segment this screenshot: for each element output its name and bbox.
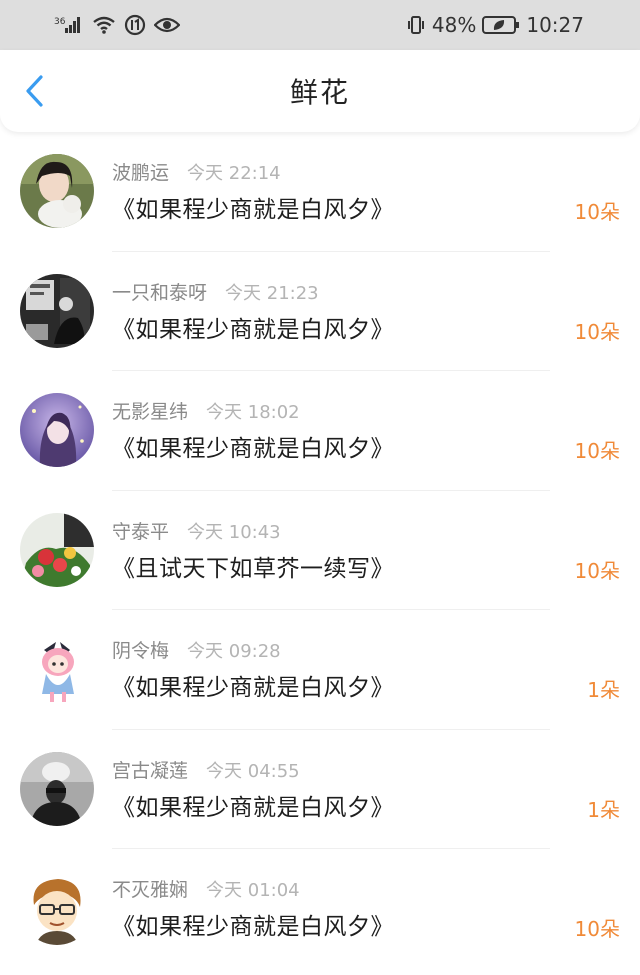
username[interactable]: 不灭雅娴 [112, 875, 188, 902]
flower-count: 10朵 [574, 917, 620, 941]
flower-count: 1朵 [587, 678, 620, 702]
avatar[interactable] [20, 273, 94, 348]
avatar[interactable] [20, 632, 94, 706]
avatar[interactable] [20, 512, 94, 587]
status-bar-right: 48% 10:27 [406, 13, 584, 37]
username[interactable]: 无影星纬 [112, 397, 188, 424]
avatar[interactable] [20, 871, 94, 945]
battery-icon [482, 15, 520, 35]
header: 鲜花 [0, 50, 640, 132]
timestamp: 今天 22:14 [187, 163, 281, 184]
wifi-icon [92, 15, 116, 35]
vibrate-icon [406, 15, 426, 35]
flower-count: 10朵 [574, 200, 620, 224]
timestamp: 今天 18:02 [206, 402, 300, 423]
timestamp: 今天 10:43 [187, 521, 281, 543]
flower-count: 10朵 [574, 558, 620, 583]
item-body: 波鹏运 今天 22:14 《如果程少商就是白风夕》 10朵 [112, 132, 620, 252]
item-meta: 无影星纬 今天 18:02 [112, 397, 300, 424]
flower-count: 10朵 [574, 319, 620, 344]
username[interactable]: 守泰平 [112, 517, 169, 544]
status-bar: 36 48% 10:27 [0, 0, 640, 50]
item-body: 守泰平 今天 10:43 《且试天下如草芥一续写》 10朵 [112, 491, 620, 611]
flower-count: 1朵 [587, 797, 620, 822]
item-meta: 守泰平 今天 10:43 [112, 517, 281, 544]
back-button[interactable] [20, 71, 50, 111]
book-title[interactable]: 《如果程少商就是白风夕》 [112, 788, 394, 822]
battery-percent: 48% [431, 13, 477, 37]
book-title[interactable]: 《且试天下如草芥一续写》 [112, 549, 394, 583]
book-title[interactable]: 《如果程少商就是白风夕》 [112, 907, 394, 941]
svg-text:36: 36 [54, 17, 66, 27]
list-item[interactable]: 阴令梅 今天 09:28 《如果程少商就是白风夕》 1朵 [0, 610, 640, 730]
list-item[interactable]: 宫古凝莲 今天 04:55 《如果程少商就是白风夕》 1朵 [0, 730, 640, 850]
list-item[interactable]: 守泰平 今天 10:43 《且试天下如草芥一续写》 10朵 [0, 491, 640, 611]
item-meta: 不灭雅娴 今天 01:04 [112, 875, 300, 902]
book-title[interactable]: 《如果程少商就是白风夕》 [112, 310, 394, 344]
item-meta: 阴令梅 今天 09:28 [112, 636, 281, 663]
flower-count: 10朵 [574, 439, 620, 463]
flower-list: 波鹏运 今天 22:14 《如果程少商就是白风夕》 10朵 一只和泰呀 今天 2… [0, 132, 640, 969]
list-item[interactable]: 波鹏运 今天 22:14 《如果程少商就是白风夕》 10朵 [0, 132, 640, 252]
item-meta: 波鹏运 今天 22:14 [112, 158, 281, 185]
item-body: 阴令梅 今天 09:28 《如果程少商就是白风夕》 1朵 [112, 610, 620, 730]
clock: 10:27 [526, 13, 584, 37]
timestamp: 今天 01:04 [206, 880, 300, 901]
username[interactable]: 宫古凝莲 [112, 756, 188, 783]
item-body: 不灭雅娴 今天 01:04 《如果程少商就是白风夕》 10朵 [112, 849, 620, 969]
avatar[interactable] [20, 393, 94, 467]
username[interactable]: 波鹏运 [112, 158, 169, 185]
list-item[interactable]: 不灭雅娴 今天 01:04 《如果程少商就是白风夕》 10朵 [0, 849, 640, 969]
signal-icon: 36 [54, 15, 84, 35]
timestamp: 今天 09:28 [187, 641, 281, 662]
page-title: 鲜花 [289, 76, 350, 109]
eye-icon [154, 16, 180, 34]
avatar[interactable] [20, 751, 94, 826]
item-body: 无影星纬 今天 18:02 《如果程少商就是白风夕》 10朵 [112, 371, 620, 491]
avatar[interactable] [20, 154, 94, 228]
username[interactable]: 一只和泰呀 [112, 278, 207, 305]
item-body: 一只和泰呀 今天 21:23 《如果程少商就是白风夕》 10朵 [112, 252, 620, 372]
data-saver-icon [124, 14, 146, 36]
timestamp: 今天 21:23 [225, 282, 319, 304]
item-meta: 一只和泰呀 今天 21:23 [112, 278, 319, 305]
status-bar-left: 36 [54, 14, 180, 36]
book-title[interactable]: 《如果程少商就是白风夕》 [112, 429, 394, 463]
list-item[interactable]: 无影星纬 今天 18:02 《如果程少商就是白风夕》 10朵 [0, 371, 640, 491]
chevron-left-icon [26, 75, 43, 107]
item-body: 宫古凝莲 今天 04:55 《如果程少商就是白风夕》 1朵 [112, 730, 620, 850]
item-meta: 宫古凝莲 今天 04:55 [112, 756, 300, 783]
book-title[interactable]: 《如果程少商就是白风夕》 [112, 190, 394, 224]
timestamp: 今天 04:55 [206, 760, 300, 782]
username[interactable]: 阴令梅 [112, 636, 169, 663]
book-title[interactable]: 《如果程少商就是白风夕》 [112, 668, 394, 702]
list-item[interactable]: 一只和泰呀 今天 21:23 《如果程少商就是白风夕》 10朵 [0, 252, 640, 372]
